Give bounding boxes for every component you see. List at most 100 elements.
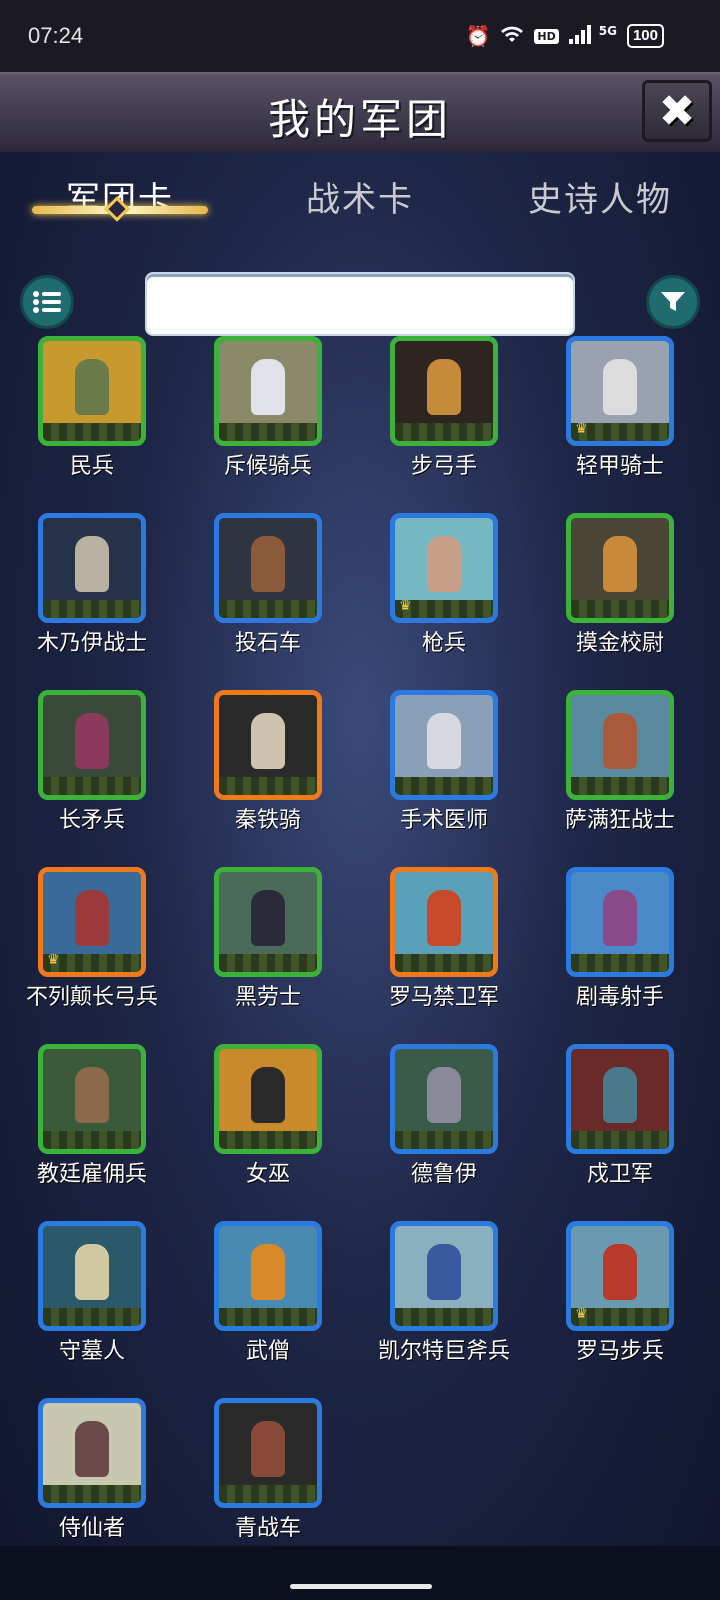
tab-bar: 军团卡 战术卡 史诗人物 bbox=[0, 160, 720, 230]
card-name: 罗马禁卫军 bbox=[388, 985, 499, 1010]
hd-icon: HD bbox=[534, 28, 559, 44]
legion-card[interactable]: 戍卫军 bbox=[530, 1044, 710, 1224]
legion-card[interactable]: 秦铁骑 bbox=[178, 690, 358, 870]
card-grass-border bbox=[219, 423, 317, 441]
legion-card[interactable]: ♛ 罗马步兵 bbox=[530, 1221, 710, 1401]
close-icon: ✖ bbox=[658, 85, 696, 137]
home-indicator[interactable] bbox=[290, 1584, 432, 1589]
card-portrait bbox=[38, 1221, 146, 1331]
unit-portrait-image bbox=[219, 1403, 317, 1503]
unit-portrait-image bbox=[43, 1049, 141, 1149]
card-name: 萨满狂战士 bbox=[564, 808, 675, 833]
legion-card[interactable]: 罗马禁卫军 bbox=[354, 867, 534, 1047]
card-grass-border bbox=[395, 954, 493, 972]
legion-card[interactable]: 步弓手 bbox=[354, 336, 534, 516]
unit-figure bbox=[603, 1244, 637, 1300]
legion-card[interactable]: ♛ 枪兵 bbox=[354, 513, 534, 693]
network-type: 5G bbox=[598, 24, 617, 38]
legion-card[interactable]: 武僧 bbox=[178, 1221, 358, 1401]
legion-card[interactable]: 摸金校尉 bbox=[530, 513, 710, 693]
card-name: 黑劳士 bbox=[234, 985, 301, 1010]
tab-tactic-cards[interactable]: 战术卡 bbox=[240, 160, 480, 230]
legion-card[interactable]: 手术医师 bbox=[354, 690, 534, 870]
search-input[interactable] bbox=[145, 272, 575, 336]
card-name: 摸金校尉 bbox=[575, 631, 664, 656]
card-grass-border bbox=[219, 1131, 317, 1149]
legion-card[interactable]: 守墓人 bbox=[2, 1221, 182, 1401]
wifi-icon bbox=[500, 24, 524, 49]
card-name: 民兵 bbox=[69, 454, 114, 479]
card-grass-border bbox=[43, 600, 141, 618]
card-grass-border bbox=[571, 1131, 669, 1149]
unit-portrait-image bbox=[571, 518, 669, 618]
legion-card[interactable]: 凯尔特巨斧兵 bbox=[354, 1221, 534, 1401]
unit-figure bbox=[251, 1421, 285, 1477]
status-time: 07:24 bbox=[28, 23, 84, 48]
legion-card[interactable]: ♛ 不列颠长弓兵 bbox=[2, 867, 182, 1047]
card-grass-border bbox=[219, 777, 317, 795]
card-name: 木乃伊战士 bbox=[36, 631, 147, 656]
unit-portrait-image bbox=[219, 1226, 317, 1326]
card-name: 守墓人 bbox=[58, 1339, 125, 1364]
legion-card[interactable]: 青战车 bbox=[178, 1398, 358, 1546]
card-portrait bbox=[214, 867, 322, 977]
card-portrait bbox=[390, 1221, 498, 1331]
unit-figure bbox=[251, 536, 285, 592]
legion-card[interactable]: 长矛兵 bbox=[2, 690, 182, 870]
card-portrait bbox=[566, 867, 674, 977]
unit-portrait-image bbox=[43, 341, 141, 441]
card-name: 长矛兵 bbox=[58, 808, 125, 833]
card-portrait bbox=[38, 336, 146, 446]
card-portrait bbox=[390, 867, 498, 977]
legion-card[interactable]: 斥候骑兵 bbox=[178, 336, 358, 516]
legion-card[interactable]: 萨满狂战士 bbox=[530, 690, 710, 870]
legion-card[interactable]: 教廷雇佣兵 bbox=[2, 1044, 182, 1224]
card-name: 步弓手 bbox=[410, 454, 477, 479]
tab-epic-characters[interactable]: 史诗人物 bbox=[480, 160, 720, 230]
unit-figure bbox=[603, 713, 637, 769]
card-grass-border bbox=[219, 600, 317, 618]
unit-figure bbox=[603, 890, 637, 946]
unit-portrait-image bbox=[395, 1226, 493, 1326]
legion-card[interactable]: 木乃伊战士 bbox=[2, 513, 182, 693]
card-grass-border bbox=[571, 954, 669, 972]
unit-figure bbox=[251, 1244, 285, 1300]
close-button[interactable]: ✖ bbox=[642, 80, 712, 142]
legion-card[interactable]: 剧毒射手 bbox=[530, 867, 710, 1047]
card-portrait: ♛ bbox=[390, 513, 498, 623]
legion-card[interactable]: 侍仙者 bbox=[2, 1398, 182, 1546]
card-name: 剧毒射手 bbox=[575, 985, 664, 1010]
unit-portrait-image bbox=[219, 695, 317, 795]
card-portrait bbox=[214, 1398, 322, 1508]
legion-card[interactable]: 女巫 bbox=[178, 1044, 358, 1224]
list-view-button[interactable] bbox=[20, 275, 74, 329]
unit-figure bbox=[75, 1244, 109, 1300]
legion-card[interactable]: 民兵 bbox=[2, 336, 182, 516]
unit-portrait-image bbox=[43, 695, 141, 795]
unit-figure bbox=[427, 1067, 461, 1123]
crown-icon: ♛ bbox=[575, 421, 588, 437]
card-portrait bbox=[390, 690, 498, 800]
list-icon bbox=[33, 291, 61, 313]
card-portrait bbox=[38, 513, 146, 623]
unit-portrait-image bbox=[571, 1049, 669, 1149]
legion-card[interactable]: 德鲁伊 bbox=[354, 1044, 534, 1224]
status-bar: 07:24 ⏰ HD 5G 100 bbox=[0, 0, 720, 72]
card-portrait bbox=[214, 1221, 322, 1331]
unit-figure bbox=[75, 359, 109, 415]
unit-figure bbox=[75, 1067, 109, 1123]
legion-card[interactable]: ♛ 轻甲骑士 bbox=[530, 336, 710, 516]
tab-legion-cards[interactable]: 军团卡 bbox=[0, 160, 240, 230]
tab-label: 战术卡 bbox=[306, 180, 414, 220]
unit-figure bbox=[251, 359, 285, 415]
unit-figure bbox=[75, 713, 109, 769]
unit-figure bbox=[75, 1421, 109, 1477]
legion-card[interactable]: 黑劳士 bbox=[178, 867, 358, 1047]
card-name: 武僧 bbox=[245, 1339, 290, 1364]
card-grass-border bbox=[395, 777, 493, 795]
legion-card[interactable]: 投石车 bbox=[178, 513, 358, 693]
unit-portrait-image bbox=[219, 341, 317, 441]
filter-button[interactable] bbox=[646, 275, 700, 329]
card-grass-border bbox=[395, 423, 493, 441]
card-portrait bbox=[214, 513, 322, 623]
